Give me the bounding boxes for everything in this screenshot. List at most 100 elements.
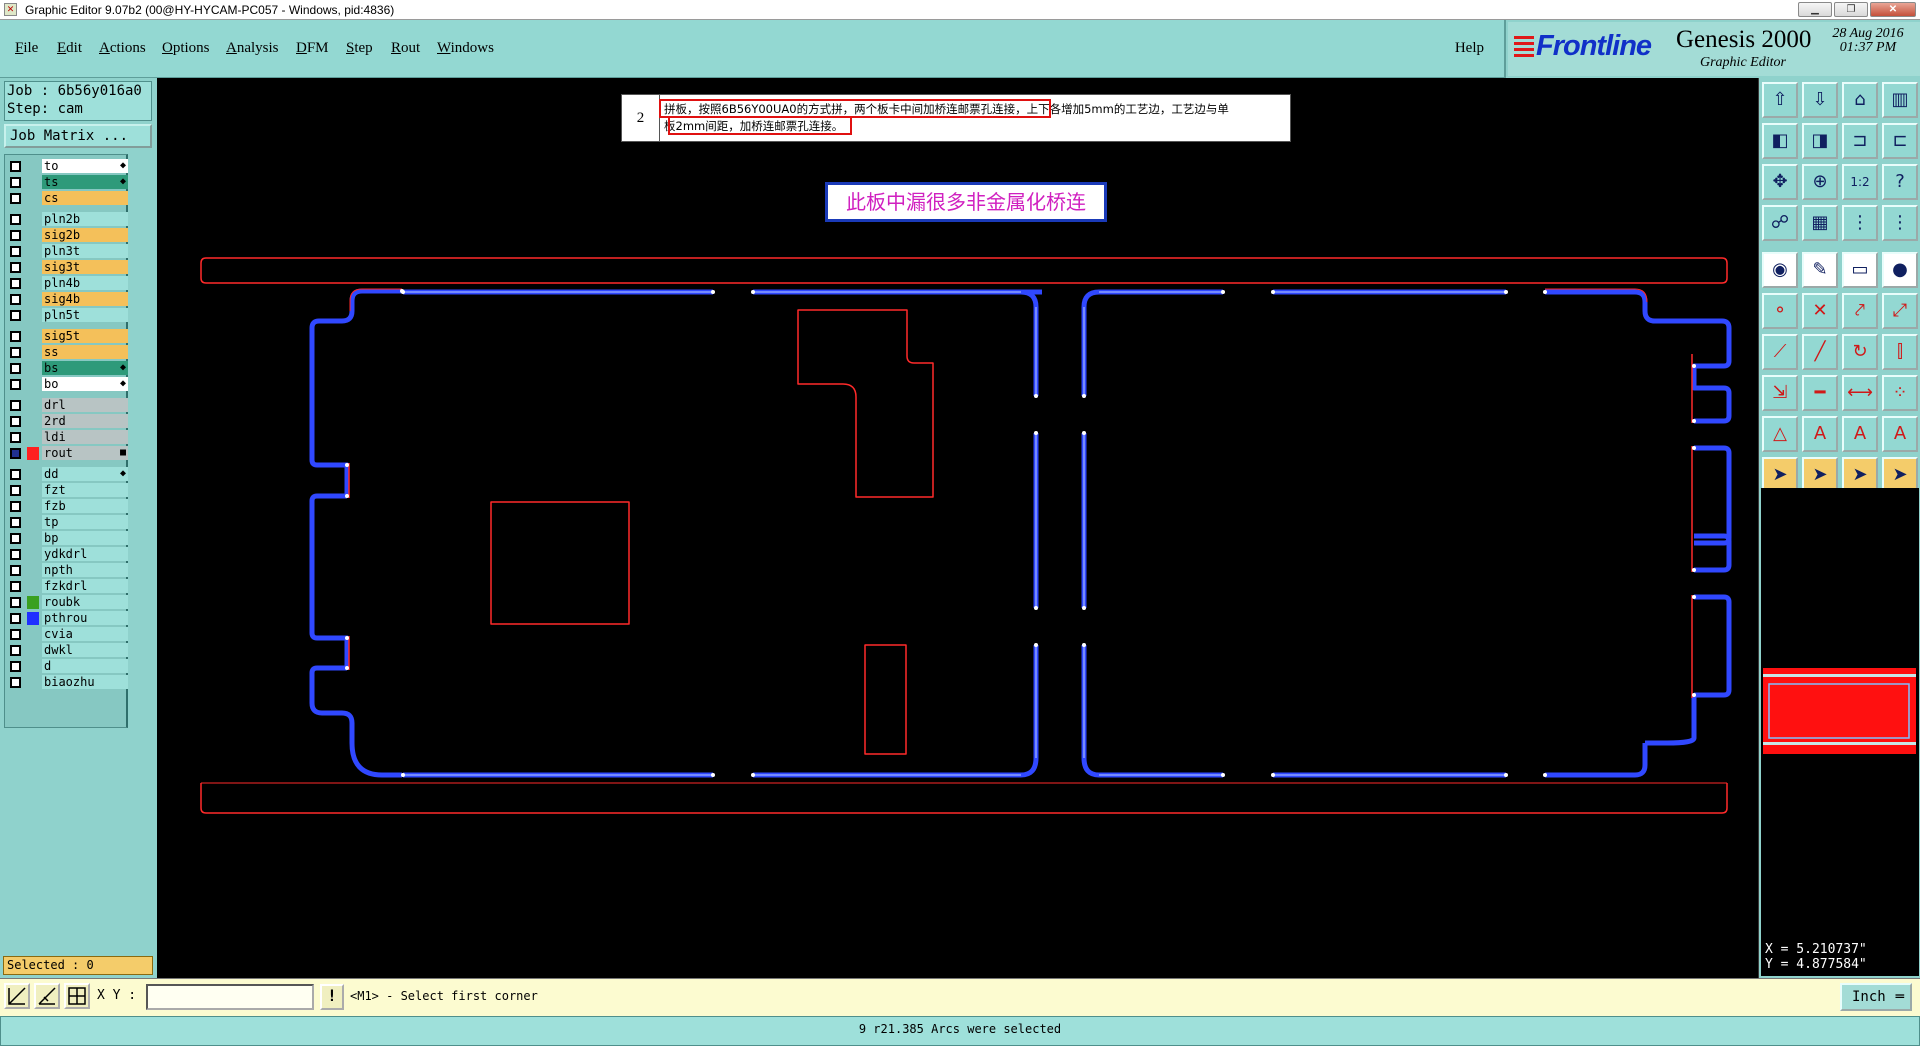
layer-name[interactable]: ydkdrl <box>42 547 128 561</box>
layer-row-pln4b[interactable]: pln4b <box>8 276 128 290</box>
group-icon[interactable]: ⁘ <box>1882 375 1918 411</box>
ruler-icon[interactable]: ▭ <box>1842 252 1878 288</box>
layer-name[interactable]: ldi <box>42 430 128 444</box>
angle-icon[interactable] <box>34 983 60 1009</box>
layer-name[interactable]: pln5t <box>42 308 128 322</box>
text-a-icon[interactable]: A <box>1802 416 1838 452</box>
layer-name[interactable]: bs ◆ <box>42 361 128 375</box>
layer-row-bp[interactable]: bp <box>8 531 128 545</box>
layer-checkbox[interactable] <box>10 549 21 560</box>
layer-checkbox[interactable] <box>10 193 21 204</box>
layer-row-npth[interactable]: npth <box>8 563 128 577</box>
snapshot-icon[interactable]: ☍ <box>1762 205 1798 241</box>
menu-step[interactable]: Step <box>346 40 373 57</box>
layer-checkbox[interactable] <box>10 331 21 342</box>
grid-snap-icon[interactable] <box>64 983 90 1009</box>
layer-name[interactable]: cvia <box>42 627 128 641</box>
layer-row-dwkl[interactable]: dwkl <box>8 643 128 657</box>
layer-name[interactable]: tp <box>42 515 128 529</box>
layer-checkbox[interactable] <box>10 565 21 576</box>
layer-checkbox[interactable] <box>10 581 21 592</box>
menu-dfm[interactable]: DFM <box>296 40 329 57</box>
layer-row-pthrou[interactable]: pthrou <box>8 611 128 625</box>
xy-input[interactable] <box>146 984 314 1010</box>
connect-icon[interactable]: ⤤ <box>1842 293 1878 329</box>
layer-checkbox[interactable] <box>10 416 21 427</box>
layer-name[interactable]: fzt <box>42 483 128 497</box>
layer-row-sig3t[interactable]: sig3t <box>8 260 128 274</box>
draw-icon[interactable]: ✎ <box>1802 252 1838 288</box>
layer-checkbox[interactable] <box>10 379 21 390</box>
layer-name[interactable]: 2rd <box>42 414 128 428</box>
layer-name[interactable]: dd ◆ <box>42 467 128 481</box>
step-up-icon[interactable]: ⇧ <box>1762 82 1798 118</box>
layer-checkbox[interactable] <box>10 400 21 411</box>
menu-actions[interactable]: Actions <box>99 40 146 57</box>
layer-name[interactable]: ts ◆ <box>42 175 128 189</box>
layer-row-ss[interactable]: ss <box>8 345 128 359</box>
layer-name[interactable]: rout ■ <box>42 446 128 460</box>
layer-down-icon[interactable]: ⋮ <box>1882 205 1918 241</box>
layer-row-fzb[interactable]: fzb <box>8 499 128 513</box>
line-icon[interactable]: ⟋ <box>1762 334 1798 370</box>
layer-name[interactable]: ss <box>42 345 128 359</box>
layer-row-rout[interactable]: rout ■ <box>8 446 128 460</box>
layer-name[interactable]: d <box>42 659 128 673</box>
arc-icon[interactable]: ↻ <box>1842 334 1878 370</box>
snap-icon[interactable] <box>4 983 30 1009</box>
layer-up-icon[interactable]: ⋮ <box>1842 205 1878 241</box>
layer-name[interactable]: sig2b <box>42 228 128 242</box>
triangle-icon[interactable]: △ <box>1762 416 1798 452</box>
layer-checkbox[interactable] <box>10 214 21 225</box>
layer-row-2rd[interactable]: 2rd <box>8 414 128 428</box>
grid-icon[interactable]: ▦ <box>1802 205 1838 241</box>
layer-checkbox[interactable] <box>10 613 21 624</box>
layer-checkbox[interactable] <box>10 645 21 656</box>
layer-name[interactable]: biaozhu <box>42 675 128 689</box>
layer-row-bs[interactable]: bs ◆ <box>8 361 128 375</box>
layer-row-fzt[interactable]: fzt <box>8 483 128 497</box>
layer-row-d[interactable]: d <box>8 659 128 673</box>
unit-select[interactable]: Inch ═ <box>1840 983 1912 1011</box>
layer-name[interactable]: dwkl <box>42 643 128 657</box>
layer-row-ldi[interactable]: ldi <box>8 430 128 444</box>
maximize-icon[interactable]: ❐ <box>1834 2 1868 17</box>
ratio-icon[interactable]: 1:2 <box>1842 164 1878 200</box>
node-icon[interactable]: ⚬ <box>1762 293 1798 329</box>
layer-row-tp[interactable]: tp <box>8 515 128 529</box>
layer-row-to[interactable]: to ◆ <box>8 159 128 173</box>
cross-icon[interactable]: ✕ <box>1802 293 1838 329</box>
layer-name[interactable]: cs <box>42 191 128 205</box>
layer-row-fzkdrl[interactable]: fzkdrl <box>8 579 128 593</box>
close-icon[interactable]: ✕ <box>1870 2 1916 17</box>
layer-checkbox[interactable] <box>10 661 21 672</box>
layer-row-bo[interactable]: bo ◆ <box>8 377 128 391</box>
layer-row-drl[interactable]: drl <box>8 398 128 412</box>
layer-name[interactable]: npth <box>42 563 128 577</box>
layer-name[interactable]: pln3t <box>42 244 128 258</box>
menu-windows[interactable]: Windows <box>437 40 494 57</box>
layer-checkbox[interactable] <box>10 278 21 289</box>
layer-row-pln5t[interactable]: pln5t <box>8 308 128 322</box>
minimize-icon[interactable]: ▁ <box>1798 2 1832 17</box>
layer-checkbox[interactable] <box>10 448 21 459</box>
layer-checkbox[interactable] <box>10 432 21 443</box>
job-matrix-button[interactable]: Job Matrix ... <box>4 124 152 148</box>
camera-icon[interactable]: ◉ <box>1762 252 1798 288</box>
layer-checkbox[interactable] <box>10 161 21 172</box>
menu-analysis[interactable]: Analysis <box>226 40 279 57</box>
graphic-canvas[interactable]: 2 拼板，按照6B56Y00UA0的方式拼，两个板卡中间加桥连邮票孔连接，上下各… <box>157 78 1758 978</box>
layer-name[interactable]: pln2b <box>42 212 128 226</box>
layer-checkbox[interactable] <box>10 469 21 480</box>
link-icon[interactable]: ⤢ <box>1882 293 1918 329</box>
layer-checkbox[interactable] <box>10 246 21 257</box>
layer-row-ts[interactable]: ts ◆ <box>8 175 128 189</box>
center-icon[interactable]: ⊕ <box>1802 164 1838 200</box>
menu-rout[interactable]: Rout <box>391 40 420 57</box>
layer-checkbox[interactable] <box>10 363 21 374</box>
layer-name[interactable]: pthrou <box>42 611 128 625</box>
layer-name[interactable]: sig4b <box>42 292 128 306</box>
layer-row-roubk[interactable]: roubk <box>8 595 128 609</box>
layer-checkbox[interactable] <box>10 677 21 688</box>
layer-row-ydkdrl[interactable]: ydkdrl <box>8 547 128 561</box>
